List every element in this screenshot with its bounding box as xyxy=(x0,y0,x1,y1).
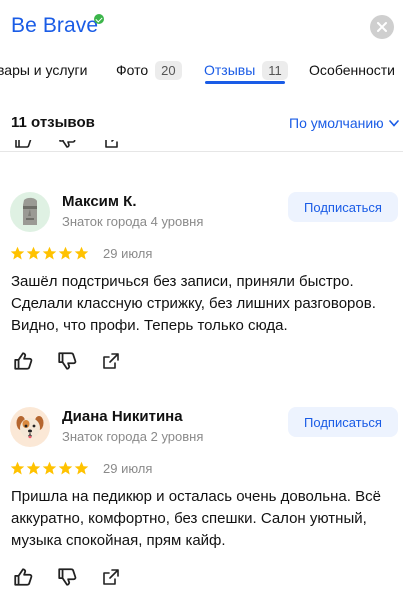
avatar[interactable] xyxy=(10,192,50,232)
star-icon xyxy=(74,461,89,475)
dislike-button[interactable] xyxy=(56,566,78,588)
tab-goods-services[interactable]: вары и услуги xyxy=(0,58,87,82)
author-level: Знаток города 2 уровня xyxy=(62,429,204,444)
star-icon xyxy=(10,461,25,475)
sort-dropdown[interactable]: По умолчанию xyxy=(289,115,399,131)
reviews-summary: 11 отзывов По умолчанию xyxy=(0,108,403,138)
thumbs-up-icon xyxy=(14,568,33,586)
previous-review-actions xyxy=(0,140,200,151)
thumbs-down-icon xyxy=(58,352,77,370)
star-icon xyxy=(42,461,57,475)
star-icon xyxy=(26,461,41,475)
reviews-count: 11 отзывов xyxy=(11,114,95,131)
rating-stars xyxy=(10,246,90,262)
active-tab-indicator xyxy=(205,81,285,84)
thumbs-down-icon xyxy=(58,568,77,586)
like-button[interactable] xyxy=(12,350,34,372)
sort-label: По умолчанию xyxy=(289,115,384,131)
share-icon xyxy=(103,353,119,369)
review-date: 29 июля xyxy=(103,461,153,476)
tab-bar: вары и услуги Фото 20 Отзывы 11 Особенно… xyxy=(0,52,403,88)
share-icon xyxy=(105,140,118,148)
star-icon xyxy=(42,246,57,260)
review-author[interactable]: Максим К. xyxy=(62,193,136,210)
chevron-down-icon xyxy=(388,119,399,127)
subscribe-button[interactable]: Подписаться xyxy=(288,407,398,437)
star-icon xyxy=(58,246,73,260)
tab-count-badge: 11 xyxy=(262,60,288,80)
tab-count-badge: 20 xyxy=(155,60,182,80)
close-icon xyxy=(377,22,387,32)
review-actions xyxy=(12,566,144,588)
star-icon xyxy=(74,246,89,260)
dog-face-icon xyxy=(16,416,44,439)
review-actions xyxy=(12,350,144,372)
header: Be Brave xyxy=(0,0,403,52)
share-button[interactable] xyxy=(100,350,122,372)
page-title: Be Brave xyxy=(11,14,99,37)
verified-badge-icon xyxy=(94,14,104,24)
star-icon xyxy=(10,246,25,260)
tab-features[interactable]: Особенности xyxy=(309,58,395,82)
rating-stars xyxy=(10,461,90,477)
share-icon xyxy=(103,569,119,585)
star-icon xyxy=(26,246,41,260)
tab-label: вары и услуги xyxy=(0,62,88,78)
tab-label: Фото xyxy=(116,62,149,78)
thumbs-up-icon xyxy=(15,140,32,148)
tab-photos[interactable]: Фото 20 xyxy=(116,58,182,82)
review-text: Пришла на педикюр и осталась очень довол… xyxy=(11,488,381,549)
tab-label: Отзывы xyxy=(204,62,256,78)
thumbs-down-icon xyxy=(59,140,76,148)
subscribe-button[interactable]: Подписаться xyxy=(288,192,398,222)
like-button[interactable] xyxy=(12,566,34,588)
thumbs-up-icon xyxy=(14,352,33,370)
dislike-button[interactable] xyxy=(56,350,78,372)
close-button[interactable] xyxy=(370,15,394,39)
tab-label: Особенности xyxy=(309,62,395,78)
moai-icon xyxy=(23,197,37,225)
review-text: Зашёл подстричься без записи, приняли бы… xyxy=(11,273,376,334)
star-icon xyxy=(58,461,73,475)
review-author[interactable]: Диана Никитина xyxy=(62,408,183,425)
share-button[interactable] xyxy=(100,566,122,588)
divider xyxy=(0,151,403,152)
author-level: Знаток города 4 уровня xyxy=(62,214,204,229)
tab-reviews[interactable]: Отзывы 11 xyxy=(204,58,288,82)
review-date: 29 июля xyxy=(103,246,153,261)
avatar[interactable] xyxy=(10,407,50,447)
